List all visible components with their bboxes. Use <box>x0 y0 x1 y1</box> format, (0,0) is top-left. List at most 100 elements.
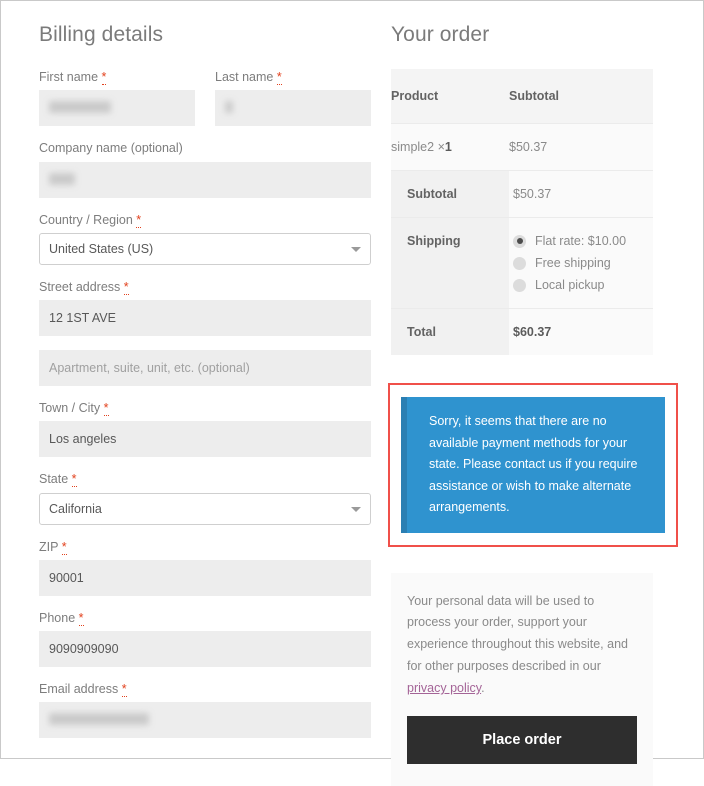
order-shipping-row: Shipping Flat rate: $10.00 Free shipping <box>391 218 653 309</box>
order-line-item: simple2 ×1 $50.37 <box>391 124 653 171</box>
shipping-method-list: Flat rate: $10.00 Free shipping Local pi… <box>513 234 653 292</box>
required-asterisk: * <box>136 212 142 228</box>
required-asterisk: * <box>276 70 282 85</box>
billing-details-title: Billing details <box>39 23 164 46</box>
shipping-option-local-pickup[interactable]: Local pickup <box>513 278 653 292</box>
line-item-product-name: simple2 <box>391 140 435 154</box>
required-asterisk: * <box>61 539 67 555</box>
phone-input[interactable]: 9090909090 <box>39 631 371 667</box>
shipping-option-label: Free shipping <box>535 256 611 270</box>
first-name-label: First name * <box>39 69 195 85</box>
last-name-input-wrap <box>215 90 371 127</box>
city-input[interactable]: Los angeles <box>39 421 371 458</box>
city-field-group: Town / City * Los angeles <box>39 400 371 458</box>
radio-unselected-icon[interactable] <box>513 256 526 270</box>
order-review-table: Product Subtotal simple2 ×1 $50.37 Subto… <box>391 69 653 355</box>
order-total-label: Total <box>391 309 509 355</box>
phone-label: Phone * <box>39 610 371 626</box>
last-name-field-group: Last name * <box>215 69 371 127</box>
company-input-wrap <box>39 161 371 198</box>
first-name-field-group: First name * <box>39 69 195 127</box>
required-asterisk: * <box>78 610 84 626</box>
country-select-value: United States (US) <box>49 241 154 256</box>
line-item-qty: 1 <box>444 140 452 154</box>
privacy-policy-text: Your personal data will be used to proce… <box>407 591 637 700</box>
radio-selected-icon[interactable] <box>513 234 526 248</box>
column-header-product: Product <box>391 89 439 103</box>
radio-unselected-icon[interactable] <box>513 278 526 292</box>
shipping-option-label: Flat rate: $10.00 <box>535 234 627 248</box>
privacy-text-after: . <box>481 681 485 695</box>
city-label: Town / City * <box>39 400 371 416</box>
last-name-label-text: Last name <box>215 70 274 84</box>
country-label: Country / Region * <box>39 212 371 228</box>
shipping-option-free-shipping[interactable]: Free shipping <box>513 256 653 270</box>
your-order-title: Your order <box>391 23 490 46</box>
company-input[interactable] <box>39 161 371 198</box>
first-name-label-text: First name <box>39 70 99 84</box>
order-subtotal-label: Subtotal <box>391 171 509 217</box>
order-table-header: Product Subtotal <box>391 69 653 124</box>
checkout-page: Billing details First name * Last name * <box>0 0 704 786</box>
billing-details-section: Billing details First name * Last name * <box>15 23 381 758</box>
line-item-name-cell: simple2 ×1 <box>391 124 509 170</box>
privacy-policy-link[interactable]: privacy policy <box>407 681 481 695</box>
phone-label-text: Phone <box>39 610 76 625</box>
line-item-subtotal: $50.37 <box>509 140 548 154</box>
required-asterisk: * <box>103 401 109 416</box>
name-fields-row: First name * Last name * <box>39 69 371 140</box>
no-payment-methods-notice: Sorry, it seems that there are no availa… <box>401 397 665 533</box>
email-field-group: Email address * <box>39 681 371 739</box>
shipping-option-flat-rate[interactable]: Flat rate: $10.00 <box>513 234 653 248</box>
street-address-label: Street address * <box>39 279 371 295</box>
phone-field-group: Phone * 9090909090 <box>39 610 371 667</box>
zip-field-group: ZIP * 90001 <box>39 539 371 596</box>
order-subtotal-value: $50.37 <box>509 171 653 217</box>
company-field-group: Company name (optional) <box>39 140 371 198</box>
last-name-input[interactable] <box>215 90 371 127</box>
first-name-input-wrap <box>39 90 195 127</box>
state-field-group: State * California <box>39 471 371 525</box>
email-label: Email address * <box>39 681 371 697</box>
place-order-button[interactable]: Place order <box>407 715 637 764</box>
street-address-field-group: Street address * 12 1ST AVE <box>39 279 371 336</box>
email-input-wrap <box>39 702 371 739</box>
zip-label: ZIP * <box>39 539 371 555</box>
shipping-methods-cell: Flat rate: $10.00 Free shipping Local pi… <box>509 218 653 308</box>
state-select-value: California <box>49 501 102 516</box>
chevron-down-icon <box>351 506 361 512</box>
required-asterisk: * <box>101 70 107 85</box>
order-total-row: Total $60.37 <box>391 309 653 355</box>
line-item-qty-separator: × <box>437 140 445 154</box>
chevron-down-icon <box>351 246 361 252</box>
street-address-label-text: Street address <box>39 279 121 294</box>
email-label-text: Email address <box>39 682 119 696</box>
address-line-2-field-group: Apartment, suite, unit, etc. (optional) <box>39 350 371 386</box>
your-order-section: Your order Product Subtotal simple2 ×1 $… <box>381 23 678 786</box>
city-label-text: Town / City <box>39 401 101 415</box>
last-name-label: Last name * <box>215 69 371 85</box>
street-address-input[interactable]: 12 1ST AVE <box>39 300 371 336</box>
company-label: Company name (optional) <box>39 141 183 156</box>
state-label-text: State <box>39 472 69 487</box>
state-label: State * <box>39 471 371 488</box>
required-asterisk: * <box>123 279 129 295</box>
required-asterisk: * <box>121 682 127 697</box>
country-field-group: Country / Region * United States (US) <box>39 212 371 265</box>
privacy-and-submit-block: Your personal data will be used to proce… <box>391 572 653 786</box>
state-select[interactable]: California <box>39 492 371 525</box>
zip-input[interactable]: 90001 <box>39 559 371 596</box>
country-label-text: Country / Region <box>39 212 133 227</box>
shipping-option-label: Local pickup <box>535 278 605 292</box>
country-select[interactable]: United States (US) <box>39 232 371 265</box>
column-header-subtotal: Subtotal <box>509 89 559 103</box>
address-line-2-input[interactable]: Apartment, suite, unit, etc. (optional) <box>39 350 371 386</box>
privacy-text-before: Your personal data will be used to proce… <box>407 593 628 674</box>
required-asterisk: * <box>71 472 77 488</box>
first-name-input[interactable] <box>39 90 195 127</box>
email-input[interactable] <box>39 702 371 739</box>
zip-label-text: ZIP <box>39 539 59 554</box>
annotation-highlight-box: Sorry, it seems that there are no availa… <box>388 383 678 547</box>
order-total-value: $60.37 <box>509 309 653 355</box>
order-subtotal-row: Subtotal $50.37 <box>391 171 653 218</box>
